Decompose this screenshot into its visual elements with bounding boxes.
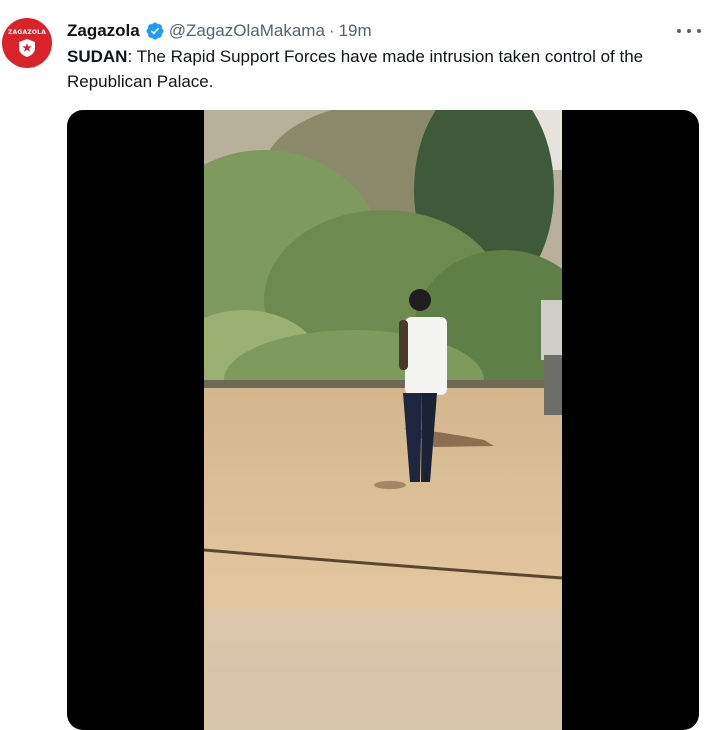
tweet-text-bold: SUDAN [67, 47, 128, 66]
tweet-text: SUDAN: The Rapid Support Forces have mad… [67, 44, 707, 94]
video-still [204, 110, 562, 730]
verified-badge-icon[interactable] [145, 21, 165, 41]
tweet-text-body: : The Rapid Support Forces have made int… [67, 47, 644, 91]
tweet-header: Zagazola @ZagazOlaMakama · 19m [67, 19, 372, 43]
tweet[interactable]: ZAGAZOLA Zagazola @ZagazOlaMakama · 19m … [0, 0, 721, 730]
more-options-icon[interactable] [677, 22, 701, 40]
shield-star-icon [19, 38, 35, 57]
display-name[interactable]: Zagazola [67, 21, 140, 41]
handle[interactable]: @ZagazOlaMakama [169, 21, 325, 41]
avatar[interactable]: ZAGAZOLA [2, 18, 52, 68]
video-player[interactable] [67, 110, 699, 730]
separator: · [328, 21, 335, 40]
avatar-label: ZAGAZOLA [7, 28, 47, 36]
video-frame[interactable] [204, 110, 562, 730]
timestamp[interactable]: 19m [339, 21, 372, 41]
